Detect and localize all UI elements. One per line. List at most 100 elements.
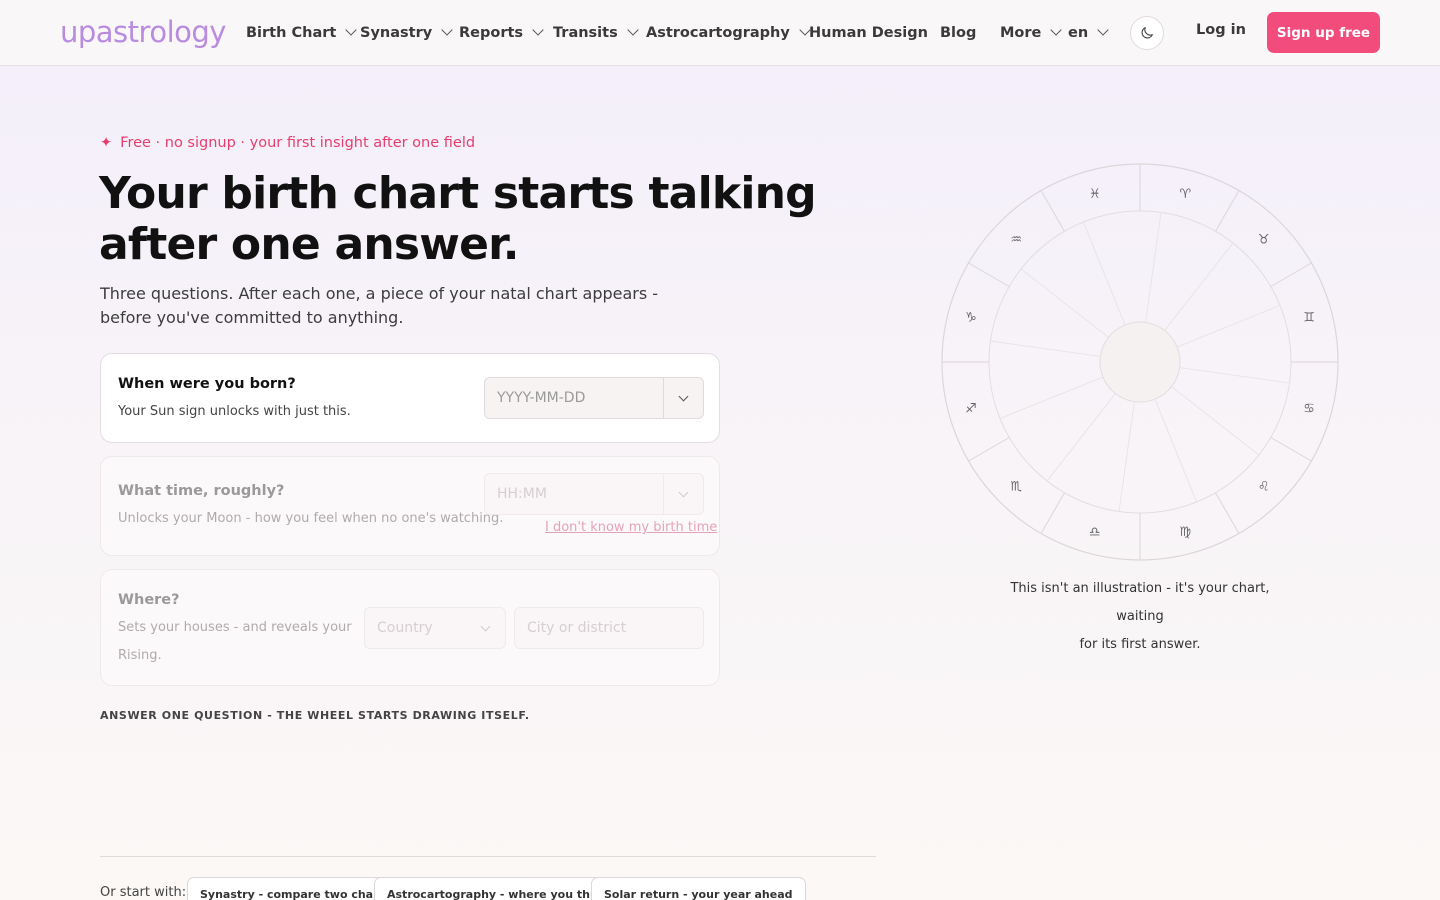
country-dropdown-button[interactable] bbox=[465, 608, 505, 648]
scorpio-sign-icon: ♏ bbox=[1010, 480, 1022, 495]
house-line bbox=[1176, 304, 1281, 348]
or-start-label: Or start with: bbox=[100, 885, 187, 900]
pisces-sign-icon: ♓ bbox=[1089, 187, 1101, 202]
birth-place-card: Where? Sets your houses - and reveals yo… bbox=[100, 569, 720, 686]
house-line bbox=[1164, 242, 1234, 331]
gemini-sign-icon: ♊ bbox=[1303, 311, 1315, 326]
sparkle-icon: ✦ bbox=[100, 135, 113, 151]
birth-date-hint: Your Sun sign unlocks with just this. bbox=[118, 404, 351, 419]
house-line bbox=[1046, 393, 1116, 482]
capricorn-sign-icon: ♑ bbox=[965, 311, 977, 326]
birth-date-card: When were you born? Your Sun sign unlock… bbox=[100, 353, 720, 443]
birth-time-input[interactable]: HH:MM bbox=[484, 473, 704, 515]
nav-birth-chart[interactable]: Birth Chart bbox=[246, 22, 357, 44]
moon-icon bbox=[1141, 27, 1153, 39]
chevron-down-icon bbox=[1097, 24, 1109, 36]
chevron-down-icon bbox=[532, 24, 544, 36]
nav-reports[interactable]: Reports bbox=[459, 22, 544, 44]
page-subtitle: Three questions. After each one, a piece… bbox=[100, 284, 659, 327]
birth-time-question: What time, roughly? bbox=[118, 483, 285, 499]
wheel-hint: ANSWER ONE QUESTION - THE WHEEL STARTS D… bbox=[100, 709, 530, 722]
birth-date-placeholder: YYYY-MM-DD bbox=[497, 390, 586, 406]
cancer-sign-icon: ♋ bbox=[1303, 401, 1315, 416]
nav-astrocartography[interactable]: Astrocartography bbox=[646, 22, 811, 44]
virgo-sign-icon: ♍ bbox=[1179, 525, 1191, 540]
eyebrow: ✦ Free · no signup · your first insight a… bbox=[100, 135, 475, 151]
login-link[interactable]: Log in bbox=[1196, 22, 1246, 38]
taurus-sign-icon: ♉ bbox=[1258, 232, 1270, 247]
city-input[interactable]: City or district bbox=[514, 607, 704, 649]
page-title: Your birth chart starts talking after on… bbox=[99, 168, 817, 270]
language-select[interactable]: en bbox=[1068, 22, 1109, 44]
nav-label: Synastry bbox=[360, 25, 433, 41]
nav-transits[interactable]: Transits bbox=[553, 22, 639, 44]
chevron-down-icon bbox=[480, 621, 490, 631]
country-select[interactable]: Country bbox=[364, 607, 506, 649]
sign-divider bbox=[1040, 190, 1065, 232]
nav-label: Birth Chart bbox=[246, 25, 337, 41]
natal-chart-wheel: ♓ ♈ ♉ ♊ ♋ ♌ ♍ ♎ ♏ ♐ ♑ ♒ bbox=[941, 163, 1339, 561]
house-line bbox=[1082, 221, 1126, 326]
birth-time-hint: Unlocks your Moon - how you feel when no… bbox=[118, 511, 504, 526]
nav-label: Transits bbox=[553, 25, 618, 41]
birth-place-question: Where? bbox=[118, 592, 180, 608]
chevron-down-icon bbox=[1050, 24, 1063, 36]
solar-return-pill-button[interactable]: Solar return - your year ahead bbox=[591, 877, 806, 900]
house-line bbox=[999, 376, 1104, 420]
country-placeholder: Country bbox=[377, 620, 433, 636]
chevron-down-icon bbox=[678, 487, 689, 497]
chevron-down-icon bbox=[678, 391, 689, 401]
caption-line: for its first answer. bbox=[1079, 637, 1201, 652]
house-line bbox=[1118, 401, 1135, 512]
nav-label: More bbox=[1000, 25, 1042, 41]
aries-sign-icon: ♈ bbox=[1179, 187, 1191, 202]
chevron-down-icon bbox=[441, 24, 453, 36]
libra-sign-icon: ♎ bbox=[1089, 525, 1101, 540]
birth-time-dropdown-button[interactable] bbox=[663, 474, 703, 514]
sign-divider bbox=[1215, 190, 1240, 232]
wheel-center bbox=[1099, 321, 1181, 403]
house-line bbox=[1179, 367, 1290, 384]
birth-time-placeholder: HH:MM bbox=[497, 486, 547, 502]
unknown-birth-time-link[interactable]: I don't know my birth time bbox=[545, 520, 717, 535]
nav-label: Astrocartography bbox=[646, 25, 790, 41]
nav-label: Blog bbox=[940, 25, 977, 41]
theme-toggle-button[interactable] bbox=[1130, 16, 1164, 50]
eyebrow-text: Free · no signup · your first insight af… bbox=[120, 135, 476, 151]
hint-line: Rising. bbox=[118, 648, 162, 663]
aquarius-sign-icon: ♒ bbox=[1010, 232, 1022, 247]
nav-blog[interactable]: Blog bbox=[940, 22, 976, 44]
nav-human-design[interactable]: Human Design bbox=[809, 22, 928, 44]
house-line bbox=[1020, 268, 1109, 338]
sign-divider bbox=[968, 437, 1010, 462]
nav-synastry[interactable]: Synastry bbox=[360, 22, 453, 44]
nav-label: en bbox=[1068, 25, 1089, 41]
sign-divider bbox=[1040, 492, 1065, 534]
logo[interactable]: upastrology bbox=[60, 14, 226, 50]
caption-line: This isn't an illustration - it's your c… bbox=[1010, 581, 1270, 624]
birth-time-card: What time, roughly? Unlocks your Moon - … bbox=[100, 456, 720, 556]
astrocartography-pill-button[interactable]: Astrocartography - where you thrive bbox=[374, 877, 627, 900]
chevron-down-icon bbox=[345, 24, 357, 36]
synastry-pill-button[interactable]: Synastry - compare two charts bbox=[187, 877, 404, 900]
birth-place-hint: Sets your houses - and reveals your Risin… bbox=[118, 614, 352, 670]
nav-label: Human Design bbox=[809, 25, 928, 41]
chevron-down-icon bbox=[627, 24, 639, 36]
birth-date-dropdown-button[interactable] bbox=[663, 378, 703, 418]
sign-divider bbox=[1270, 437, 1312, 462]
city-placeholder: City or district bbox=[527, 620, 627, 636]
sagittarius-sign-icon: ♐ bbox=[965, 401, 977, 416]
birth-date-question: When were you born? bbox=[118, 376, 296, 392]
wheel-caption: This isn't an illustration - it's your c… bbox=[990, 575, 1290, 659]
sign-divider bbox=[1215, 492, 1240, 534]
nav-more[interactable]: More bbox=[1000, 22, 1063, 44]
signup-button[interactable]: Sign up free bbox=[1267, 12, 1380, 53]
hint-line: Sets your houses - and reveals your bbox=[118, 620, 352, 635]
sign-divider bbox=[968, 262, 1010, 287]
site-header: upastrology Birth Chart Synastry Reports… bbox=[0, 0, 1440, 66]
birth-date-input[interactable]: YYYY-MM-DD bbox=[484, 377, 704, 419]
leo-sign-icon: ♌ bbox=[1258, 480, 1270, 495]
nav-label: Reports bbox=[459, 25, 524, 41]
house-line bbox=[1154, 398, 1198, 503]
house-line bbox=[1145, 212, 1162, 323]
